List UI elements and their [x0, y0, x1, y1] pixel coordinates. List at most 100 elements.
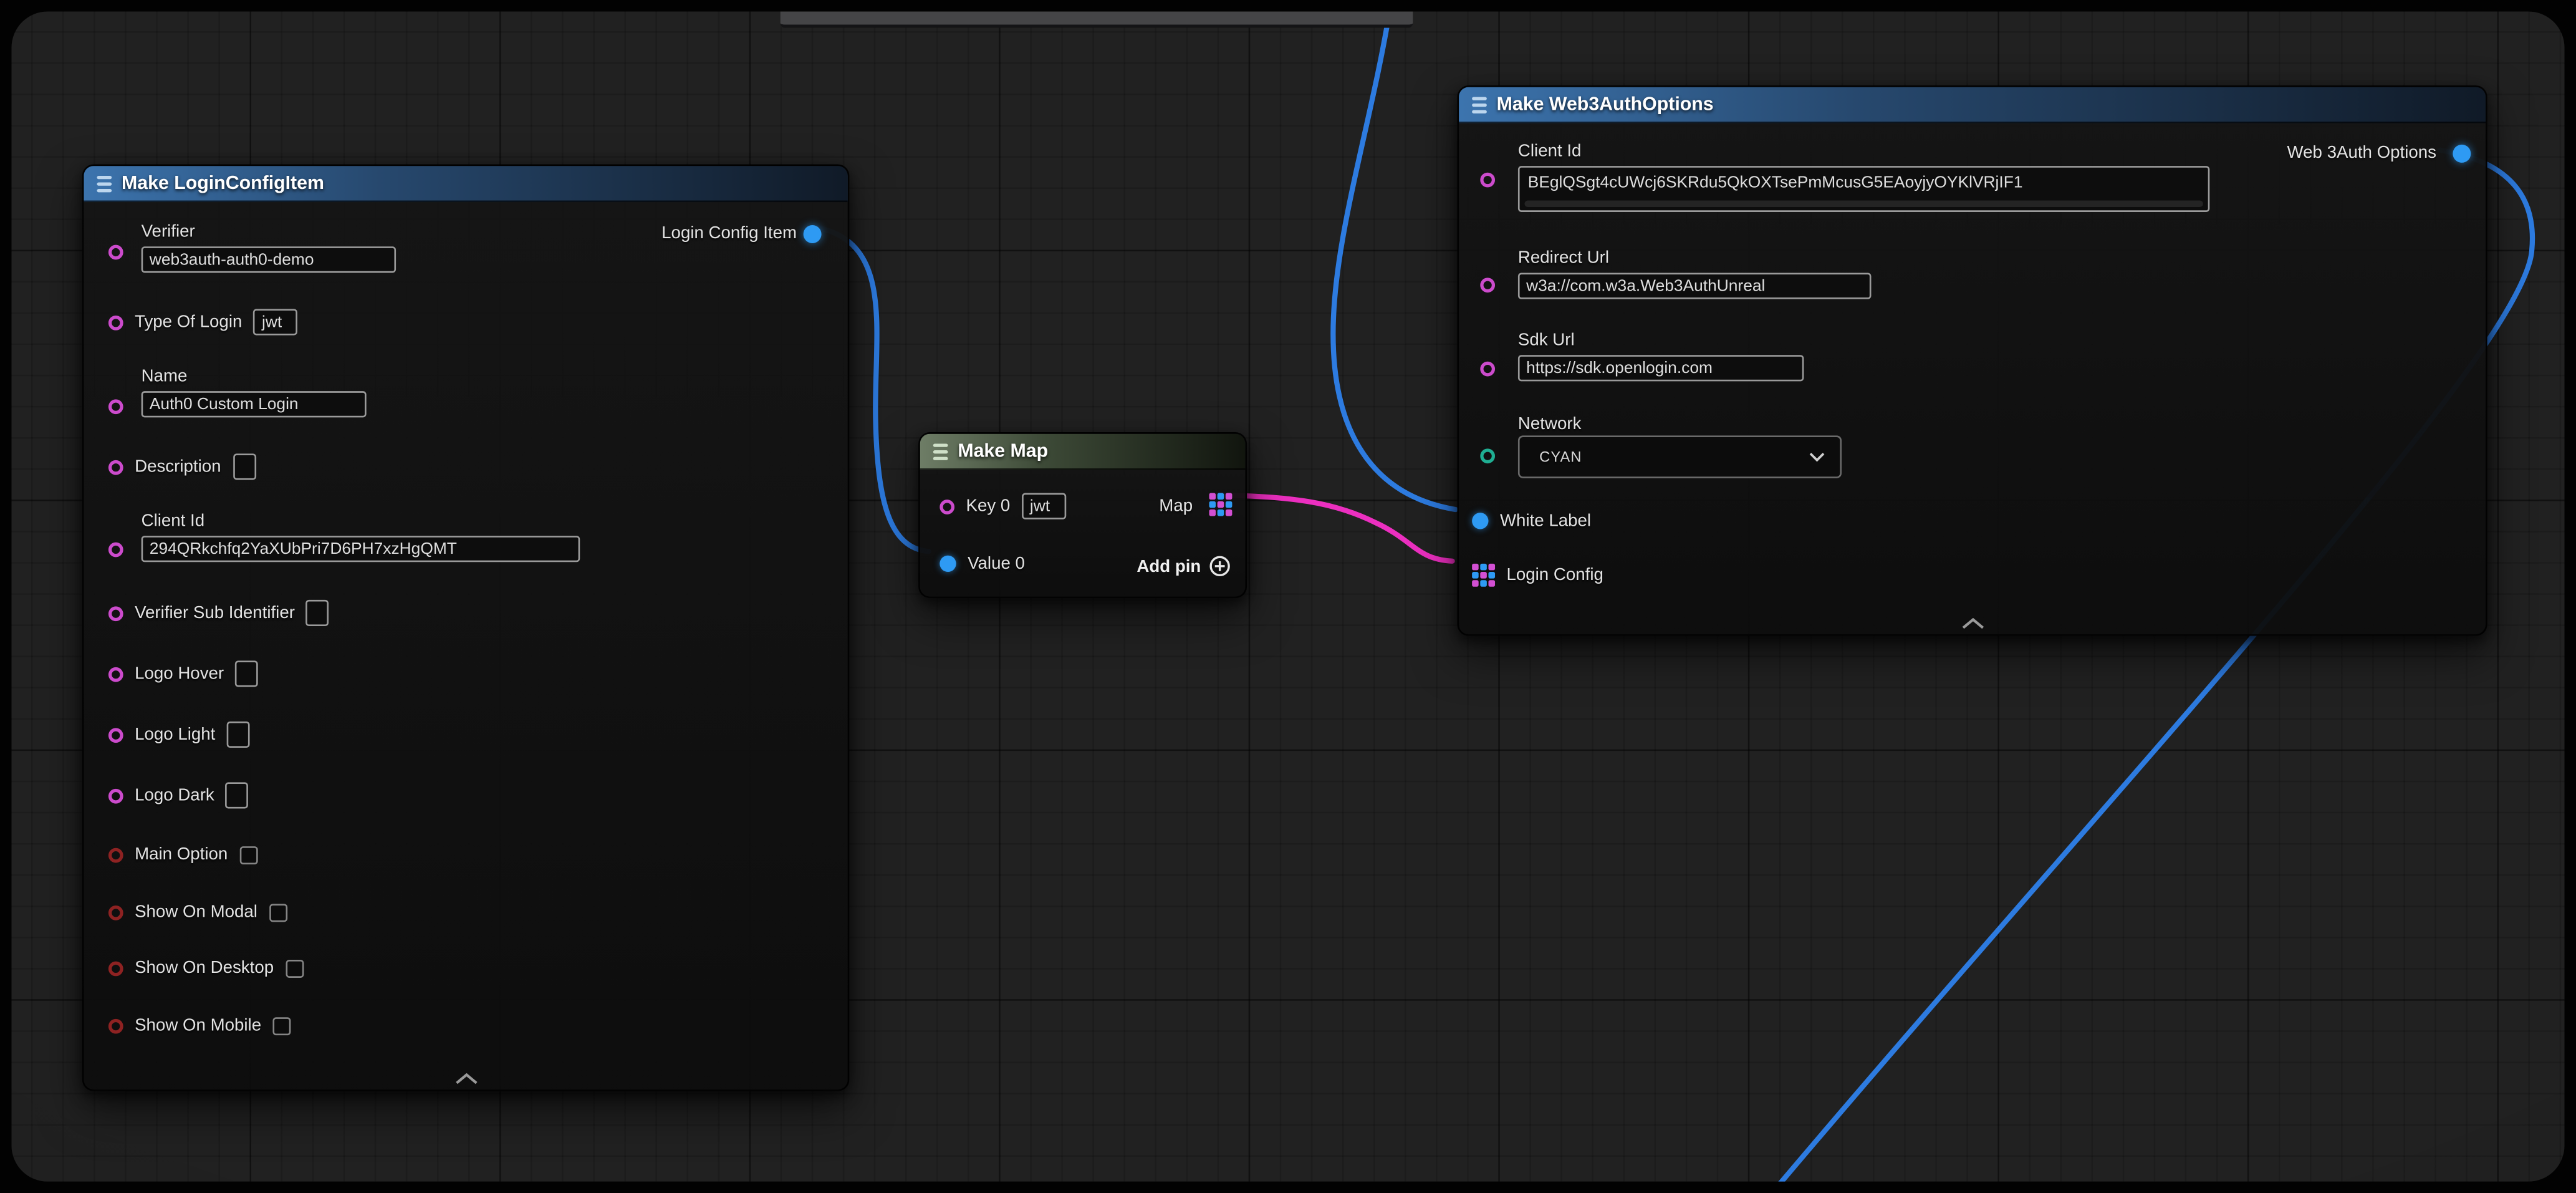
pin-value-0[interactable]	[940, 556, 956, 572]
pin-label: Logo Light	[135, 725, 215, 745]
pin-show-on-modal[interactable]	[108, 905, 123, 920]
pin-key-0[interactable]	[940, 499, 954, 514]
pin-logo-light[interactable]	[108, 727, 123, 742]
wire-map-to-login-config[interactable]	[1219, 495, 1453, 561]
name-input[interactable]: Auth0 Custom Login	[142, 391, 367, 417]
network-selected-value: CYAN	[1539, 448, 1582, 465]
node-make-login-config-item[interactable]: Make LoginConfigItem Login Config Item V…	[82, 165, 850, 1091]
main-option-checkbox[interactable]	[239, 846, 257, 864]
pin-row-main-option: Main Option	[108, 841, 257, 867]
pin-verifier-sub-identifier[interactable]	[108, 606, 123, 621]
pin-client-id[interactable]	[1480, 173, 1495, 188]
pin-network[interactable]	[1480, 448, 1495, 463]
pin-label: Redirect Url	[1518, 248, 1872, 269]
client-id-input[interactable]: BEglQSgt4cUWcj6SKRdu5QkOXTsePmMcusG5EAoy…	[1518, 166, 2209, 212]
client-id-input[interactable]: 294QRkchfq2YaXUbPri7D6PH7xzHgQMT	[142, 536, 580, 562]
pin-group-redirect-url: Redirect Url w3a://com.w3a.Web3AuthUnrea…	[1518, 248, 1872, 299]
blueprint-graph-canvas[interactable]: Make LoginConfigItem Login Config Item V…	[11, 11, 2564, 1181]
pin-row-show-on-modal: Show On Modal	[108, 899, 287, 925]
pin-row-logo-light: Logo Light	[108, 722, 250, 748]
redirect-url-input[interactable]: w3a://com.w3a.Web3AuthUnreal	[1518, 273, 1872, 299]
pin-group-client-id: Client Id BEglQSgt4cUWcj6SKRdu5QkOXTsePm…	[1518, 142, 2209, 212]
login-config-item-output-pin[interactable]	[804, 225, 822, 243]
pin-row-show-on-desktop: Show On Desktop	[108, 955, 304, 981]
node-title: Make Web3AuthOptions	[1497, 95, 1714, 115]
logo-light-input[interactable]	[227, 722, 250, 748]
show-on-modal-checkbox[interactable]	[269, 903, 287, 921]
pin-label: Logo Hover	[135, 664, 224, 684]
pin-show-on-desktop[interactable]	[108, 960, 123, 975]
pin-row-logo-hover: Logo Hover	[108, 660, 259, 687]
web3auth-options-output-pin[interactable]	[2453, 145, 2471, 163]
pin-label: Show On Modal	[135, 902, 257, 922]
pin-row-key-0: Key 0 jwt	[940, 493, 1066, 519]
node-title: Make LoginConfigItem	[122, 173, 324, 193]
pin-label: Verifier Sub Identifier	[135, 603, 295, 623]
node-header[interactable]: Make Web3AuthOptions	[1459, 87, 2486, 123]
wire-top-to-white-label[interactable]	[1333, 11, 1455, 510]
pin-label: Main Option	[135, 844, 228, 864]
pin-redirect-url[interactable]	[1480, 278, 1495, 292]
pin-label: Network	[1518, 414, 1581, 434]
add-pin-button[interactable]: Add pin	[1137, 556, 1230, 577]
pin-row-white-label: White Label	[1472, 508, 1591, 534]
pin-row-verifier-sub-identifier: Verifier Sub Identifier	[108, 600, 329, 626]
pin-row-logo-dark: Logo Dark	[108, 782, 249, 808]
pin-row-type-of-login: Type Of Login jwt	[108, 309, 298, 335]
verifier-input[interactable]: web3auth-auth0-demo	[142, 246, 396, 273]
pin-label: Show On Mobile	[135, 1016, 261, 1036]
collapse-node-button[interactable]	[454, 1073, 478, 1084]
pin-verifier[interactable]	[108, 245, 123, 260]
pin-name[interactable]	[108, 399, 123, 414]
pin-row-login-config: Login Config	[1472, 562, 1603, 588]
output-pin-label: Login Config Item	[661, 223, 797, 243]
pin-white-label[interactable]	[1472, 513, 1488, 529]
node-make-map[interactable]: Make Map Key 0 jwt Map Value 0 Add pin	[918, 432, 1247, 598]
sdk-url-input[interactable]: https://sdk.openlogin.com	[1518, 355, 1804, 381]
make-struct-icon	[1472, 96, 1487, 112]
input-scrollbar[interactable]	[1524, 200, 2203, 207]
pin-show-on-mobile[interactable]	[108, 1018, 123, 1033]
pin-client-id[interactable]	[108, 543, 123, 558]
pin-label: Type Of Login	[135, 312, 242, 332]
blueprint-editor-window: Make LoginConfigItem Login Config Item V…	[0, 0, 2576, 1193]
description-input[interactable]	[233, 453, 256, 480]
pin-type-of-login[interactable]	[108, 315, 123, 330]
pin-label: Client Id	[142, 511, 580, 533]
key-0-input[interactable]: jwt	[1022, 493, 1066, 519]
logo-hover-input[interactable]	[236, 660, 259, 687]
pin-sdk-url[interactable]	[1480, 362, 1495, 377]
map-output-pin[interactable]	[1209, 493, 1233, 516]
pin-description[interactable]	[108, 460, 123, 475]
show-on-mobile-checkbox[interactable]	[273, 1017, 291, 1035]
pin-label: Login Config	[1506, 566, 1603, 586]
pin-main-option[interactable]	[108, 847, 123, 862]
node-make-web3auth-options[interactable]: Make Web3AuthOptions Web 3Auth Options C…	[1457, 85, 2487, 636]
pin-label: Client Id	[1518, 142, 2209, 163]
verifier-sub-identifier-input[interactable]	[306, 600, 329, 626]
collapse-node-button[interactable]	[1961, 618, 1984, 629]
pin-row-description: Description	[108, 453, 256, 480]
pin-group-name: Name Auth0 Custom Login	[142, 367, 367, 418]
pin-label: Value 0	[968, 554, 1025, 574]
pin-row-show-on-mobile: Show On Mobile	[108, 1012, 291, 1038]
plus-circle-icon	[1209, 556, 1231, 577]
chevron-up-icon	[454, 1073, 478, 1084]
pin-label: Logo Dark	[135, 786, 214, 806]
network-dropdown[interactable]: CYAN	[1518, 435, 1842, 478]
node-header[interactable]: Make Map	[920, 434, 1246, 470]
pin-login-config[interactable]	[1472, 564, 1495, 587]
pin-group-sdk-url: Sdk Url https://sdk.openlogin.com	[1518, 331, 1804, 382]
type-of-login-input[interactable]: jwt	[254, 309, 298, 335]
pin-row-value-0: Value 0	[940, 551, 1025, 577]
node-header[interactable]: Make LoginConfigItem	[84, 166, 847, 202]
pin-label: Description	[135, 457, 221, 477]
output-pin-label: Web 3Auth Options	[2287, 143, 2436, 163]
pin-logo-hover[interactable]	[108, 667, 123, 682]
pin-group-client-id: Client Id 294QRkchfq2YaXUbPri7D6PH7xzHgQ…	[142, 511, 580, 563]
chevron-up-icon	[1961, 618, 1984, 629]
offscreen-node-bottom-edge[interactable]	[781, 11, 1413, 27]
logo-dark-input[interactable]	[226, 782, 249, 808]
pin-logo-dark[interactable]	[108, 788, 123, 803]
show-on-desktop-checkbox[interactable]	[286, 959, 304, 977]
